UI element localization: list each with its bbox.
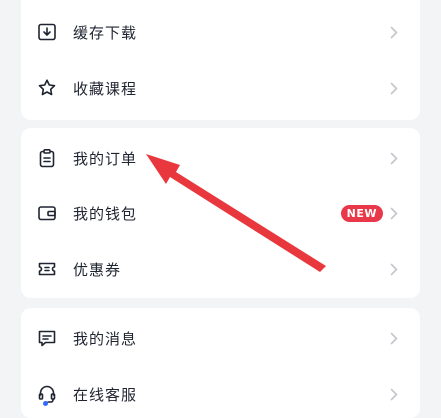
menu-item-label: 优惠券	[73, 260, 122, 279]
menu-item-label: 收藏课程	[73, 79, 138, 98]
menu-item-online-service[interactable]: 在线客服	[21, 366, 420, 418]
chevron-right-icon	[388, 24, 400, 40]
menu-item-label: 我的钱包	[73, 204, 138, 223]
chevron-right-icon	[388, 150, 400, 166]
menu-item-label: 在线客服	[73, 385, 138, 404]
ticket-icon	[37, 259, 57, 279]
chevron-right-icon	[388, 80, 400, 96]
download-box-icon	[37, 22, 57, 42]
menu-item-my-messages[interactable]: 我的消息	[21, 310, 420, 366]
menu-item-my-wallet[interactable]: 我的钱包 NEW	[21, 185, 420, 241]
wallet-icon	[37, 203, 57, 223]
chevron-right-icon	[388, 205, 400, 221]
message-icon	[37, 328, 57, 348]
menu-item-label: 我的订单	[73, 149, 138, 168]
menu-card-support: 我的消息 在线客服	[21, 308, 420, 418]
headset-icon	[37, 384, 57, 406]
menu-item-my-orders[interactable]: 我的订单	[21, 130, 420, 186]
menu-item-label: 我的消息	[73, 329, 138, 348]
menu-item-favorite-courses[interactable]: 收藏课程	[21, 60, 420, 116]
menu-card-media: 缓存下载 收藏课程	[21, 0, 420, 120]
clipboard-icon	[37, 148, 57, 168]
chevron-right-icon	[388, 330, 400, 346]
menu-item-label: 缓存下载	[73, 23, 138, 42]
star-icon	[37, 78, 57, 98]
menu-item-coupons[interactable]: 优惠券	[21, 241, 420, 297]
status-dot	[43, 401, 48, 406]
chevron-right-icon	[388, 261, 400, 277]
new-badge: NEW	[340, 204, 383, 222]
menu-item-download-cache[interactable]: 缓存下载	[21, 4, 420, 60]
chevron-right-icon	[388, 386, 400, 402]
menu-card-account: 我的订单 我的钱包 NEW 优惠券	[21, 128, 420, 298]
